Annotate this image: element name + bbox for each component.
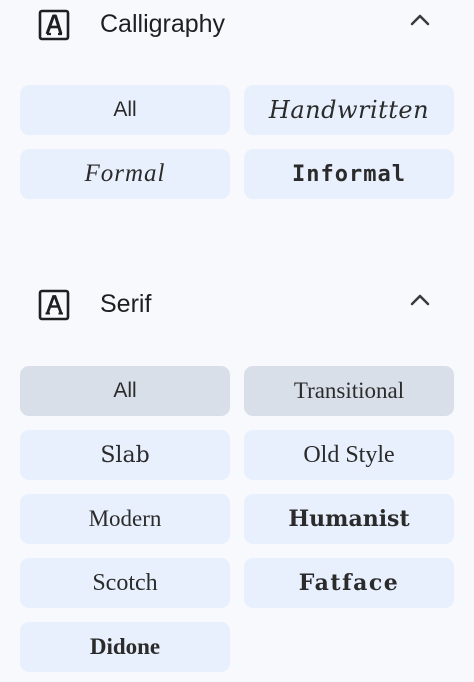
calligraphy-title: Calligraphy xyxy=(100,10,226,38)
chip-slab[interactable]: Slab xyxy=(20,430,230,480)
calligraphy-header[interactable]: Calligraphy xyxy=(0,0,474,50)
chip-scotch[interactable]: Scotch xyxy=(20,558,230,608)
chip-calligraphy-all[interactable]: All xyxy=(20,85,230,135)
chip-label: Didone xyxy=(89,634,161,659)
chip-label: Modern xyxy=(88,506,162,531)
chip-fatface[interactable]: Fatface xyxy=(244,558,454,608)
serif-font-icon xyxy=(38,289,70,321)
serif-header[interactable]: Serif xyxy=(0,280,474,330)
chip-handwritten[interactable]: Handwritten xyxy=(244,85,454,135)
chip-formal[interactable]: Formal xyxy=(20,149,230,199)
chip-label: Humanist xyxy=(288,506,410,532)
chip-label: Fatface xyxy=(298,570,400,596)
chip-modern[interactable]: Modern xyxy=(20,494,230,544)
chip-transitional[interactable]: Transitional xyxy=(244,366,454,416)
serif-section: Serif xyxy=(0,280,474,330)
calligraphy-font-icon xyxy=(38,9,70,41)
serif-title: Serif xyxy=(100,290,152,318)
chip-label: Transitional xyxy=(293,378,405,403)
chip-old-style[interactable]: Old Style xyxy=(244,430,454,480)
chip-humanist[interactable]: Humanist xyxy=(244,494,454,544)
chip-label: All xyxy=(113,379,137,402)
chevron-up-icon[interactable] xyxy=(405,6,435,32)
chevron-up-icon[interactable] xyxy=(405,286,435,312)
chip-label: Handwritten xyxy=(268,96,430,124)
chip-label: Old Style xyxy=(303,441,395,468)
chip-didone[interactable]: Didone xyxy=(20,622,230,672)
chip-label: Informal xyxy=(292,161,406,187)
calligraphy-section: Calligraphy xyxy=(0,0,474,50)
chip-informal[interactable]: Informal xyxy=(244,149,454,199)
chip-label: Formal xyxy=(84,160,166,187)
chip-label: Slab xyxy=(100,442,150,468)
chip-serif-all[interactable]: All xyxy=(20,366,230,416)
chip-label: Scotch xyxy=(92,569,158,596)
chip-label: All xyxy=(113,98,137,121)
